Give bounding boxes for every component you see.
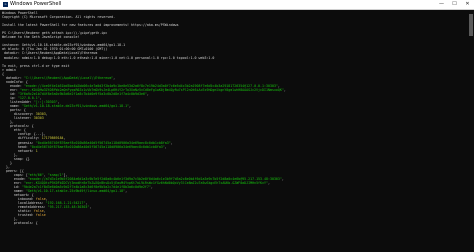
scrollbar-thumb[interactable] [469, 14, 473, 36]
console-text: "Geth/v1.10.18-stable-de23cf91/windows-a… [21, 104, 130, 109]
console-text: , [113, 75, 116, 80]
console-text: , [164, 144, 167, 149]
powershell-icon: > [3, 2, 8, 7]
console-text: false [35, 213, 46, 218]
console-text: "Geth/v1.10.17-stable-25c9b49f/linux-amd… [25, 189, 126, 194]
console-text: , [150, 185, 153, 190]
console-text: "0xd4e56740f876aef8c010b86a40d5f56745a11… [29, 144, 165, 149]
console-text: , [281, 176, 284, 181]
console-text: Welcome to the Geth JavaScript console! [2, 35, 80, 40]
console-text: , [129, 104, 132, 109]
console-text: protocols: { [2, 221, 38, 226]
console-text: "95.217.153.48:30303" [47, 205, 90, 210]
close-button[interactable]: ✕ [461, 0, 474, 9]
console-text: , [146, 91, 149, 96]
powershell-window: > Windows PowerShell — ☐ ✕ Windows Power… [0, 0, 474, 252]
console-text: 1 [35, 148, 38, 153]
console-text: , [268, 180, 270, 185]
console-text: modules: admin:1.0 debug:1.0 eth:1.0 eth… [2, 55, 215, 60]
title-bar[interactable]: > Windows PowerShell — ☐ ✕ [0, 0, 474, 10]
console-output[interactable]: Windows PowerShell Copyright (C) Microsof… [0, 10, 468, 252]
minimize-button[interactable]: — [435, 0, 448, 9]
console-line: protocols: { [2, 221, 468, 225]
console-text: , [89, 205, 92, 210]
console-text: , [170, 140, 173, 145]
maximize-button[interactable]: ☐ [448, 0, 461, 9]
console-text: Install the latest PowerShell for new fe… [2, 23, 179, 28]
vertical-scrollbar[interactable] [468, 10, 474, 252]
console-text: , [125, 189, 128, 194]
console-text: 30303 [33, 116, 44, 121]
console-text: , [45, 112, 48, 117]
console-text: , [283, 87, 286, 92]
console-text: "C:\\Users\\Reuben\\AppData\\Local\\Ethe… [23, 75, 114, 80]
console-text: > admin [2, 67, 16, 72]
window-controls: — ☐ ✕ [435, 0, 474, 9]
console-text: Copyright (C) Microsoft Corporation. All… [2, 15, 116, 20]
window-title: Windows PowerShell [10, 1, 62, 7]
